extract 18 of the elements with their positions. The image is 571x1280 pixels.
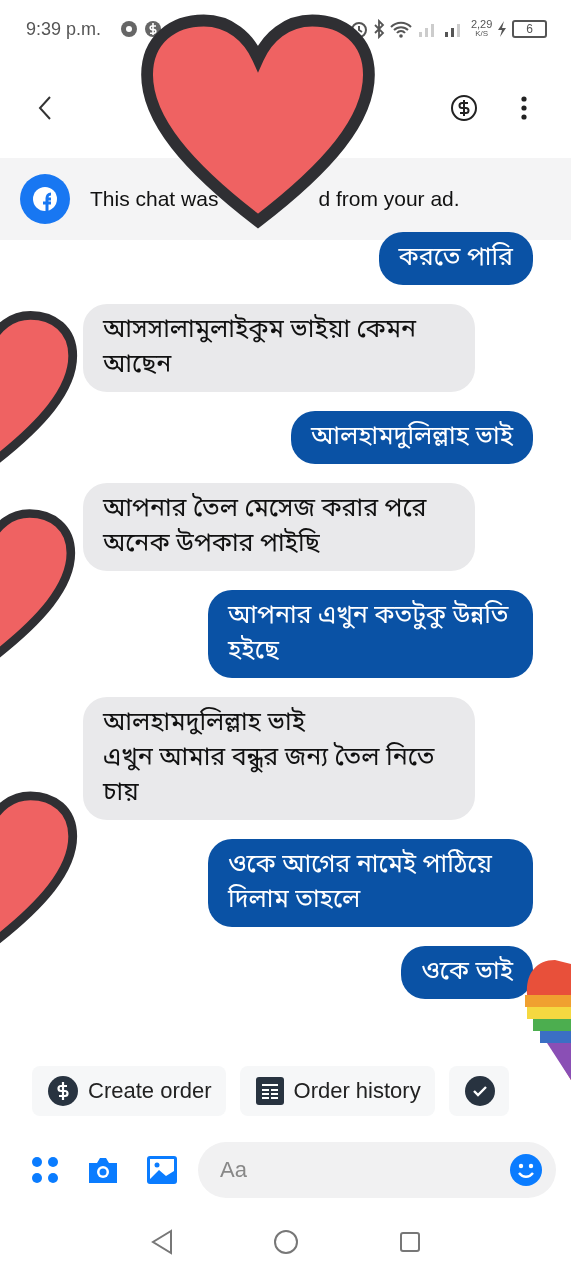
banner-text: d from your ad. bbox=[318, 187, 460, 211]
received-message: আপনার তৈল মেসেজ করার পরে অনেক উপকার পাইছি bbox=[83, 483, 475, 571]
sent-message: আলহামদুলিল্লাহ ভাই bbox=[291, 411, 533, 464]
quick-reply-chip[interactable]: Create order bbox=[32, 1066, 226, 1116]
quick-reply-chip[interactable]: Order history bbox=[239, 1066, 435, 1116]
message-input-field[interactable]: Aa bbox=[198, 1142, 556, 1198]
text-input[interactable]: Aa bbox=[218, 1156, 510, 1184]
sent-message: আপনার এখুন কতটুকু উন্নতি হইছে bbox=[208, 590, 533, 678]
sent-message: করতে পারি bbox=[378, 232, 533, 285]
network-speed: 2,29 bbox=[470, 20, 493, 29]
status-time: 9:39 p.m. bbox=[26, 18, 102, 40]
sent-message: ওকে আগের নামেই পাঠিয়ে দিলাম তাহলে bbox=[208, 839, 533, 927]
battery-icon: 6 bbox=[512, 20, 547, 38]
sent-message: ওকে ভাই bbox=[401, 946, 533, 999]
received-message: আলহামদুলিল্লাহ ভাই এখুন আমার বন্ধুর জন্য তৈল নিতে চায় bbox=[83, 697, 475, 820]
network-speed-unit: K/S bbox=[475, 29, 489, 38]
banner-text: This chat was bbox=[90, 187, 219, 211]
received-message: আসসালামুলাইকুম ভাইয়া কেমন আছেন bbox=[83, 304, 475, 392]
